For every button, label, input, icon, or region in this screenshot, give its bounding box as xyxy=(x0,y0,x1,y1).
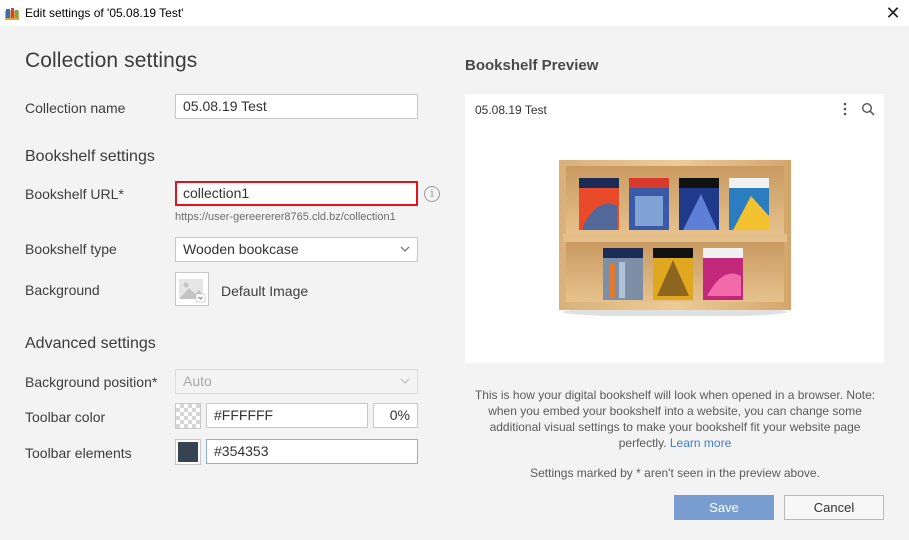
bookshelf-preview: 05.08.19 Test xyxy=(465,94,884,363)
book-cover[interactable] xyxy=(729,178,769,230)
collection-name-input[interactable]: 05.08.19 Test xyxy=(175,94,418,119)
wooden-bookcase-illustration xyxy=(559,160,791,316)
background-picker[interactable] xyxy=(175,272,209,306)
bookshelf-type-select[interactable]: Wooden bookcase xyxy=(175,237,418,262)
image-placeholder-icon xyxy=(179,279,206,303)
background-position-value: Auto xyxy=(183,373,212,389)
bookshelf-url-input[interactable]: collection1 xyxy=(175,181,418,206)
learn-more-link[interactable]: Learn more xyxy=(670,436,731,450)
cancel-button[interactable]: Cancel xyxy=(784,495,884,520)
preview-note: This is how your digital bookshelf will … xyxy=(470,387,880,451)
toolbar-color-swatch[interactable] xyxy=(175,403,201,429)
page-title: Collection settings xyxy=(25,49,198,72)
bookshelf-settings-heading: Bookshelf settings xyxy=(25,148,155,165)
window-title: Edit settings of '05.08.19 Test' xyxy=(25,6,184,20)
preview-settings-note: Settings marked by * aren't seen in the … xyxy=(530,466,820,480)
more-options-icon[interactable] xyxy=(842,102,848,116)
book-cover[interactable] xyxy=(679,178,719,230)
book-cover[interactable] xyxy=(579,178,619,230)
toolbar-opacity-input[interactable]: 0% xyxy=(373,403,418,428)
chevron-down-icon xyxy=(400,378,410,384)
search-icon[interactable] xyxy=(861,102,875,116)
book-cover[interactable] xyxy=(603,248,643,300)
info-icon[interactable]: i xyxy=(424,186,440,202)
book-cover[interactable] xyxy=(629,178,669,230)
background-label: Background xyxy=(25,282,100,298)
chevron-down-icon xyxy=(400,246,410,252)
toolbar-color-label: Toolbar color xyxy=(25,409,106,425)
advanced-settings-heading: Advanced settings xyxy=(25,335,156,352)
background-value: Default Image xyxy=(221,283,309,299)
bookshelf-url-hint: https://user-gereererer8765.cld.bz/colle… xyxy=(175,211,396,223)
book-cover[interactable] xyxy=(703,248,743,300)
bookshelf-type-label: Bookshelf type xyxy=(25,241,117,257)
toolbar-elements-input[interactable]: #354353 xyxy=(206,439,418,464)
preview-title: Bookshelf Preview xyxy=(465,57,599,74)
toolbar-elements-swatch[interactable] xyxy=(175,439,201,465)
background-position-label: Background position* xyxy=(25,374,158,390)
bookshelf-type-value: Wooden bookcase xyxy=(183,241,299,257)
preview-collection-name: 05.08.19 Test xyxy=(475,103,547,117)
close-icon[interactable]: ✕ xyxy=(883,3,903,23)
collection-name-label: Collection name xyxy=(25,100,126,116)
save-button[interactable]: Save xyxy=(674,495,774,520)
background-position-select: Auto xyxy=(175,369,418,394)
toolbar-elements-label: Toolbar elements xyxy=(25,445,132,461)
bookshelf-url-label: Bookshelf URL* xyxy=(25,186,124,202)
toolbar-elements-color-fill xyxy=(178,442,198,462)
app-icon xyxy=(5,8,19,20)
toolbar-color-input[interactable]: #FFFFFF xyxy=(206,403,368,428)
title-bar: Edit settings of '05.08.19 Test' ✕ xyxy=(0,0,909,26)
book-cover[interactable] xyxy=(653,248,693,300)
